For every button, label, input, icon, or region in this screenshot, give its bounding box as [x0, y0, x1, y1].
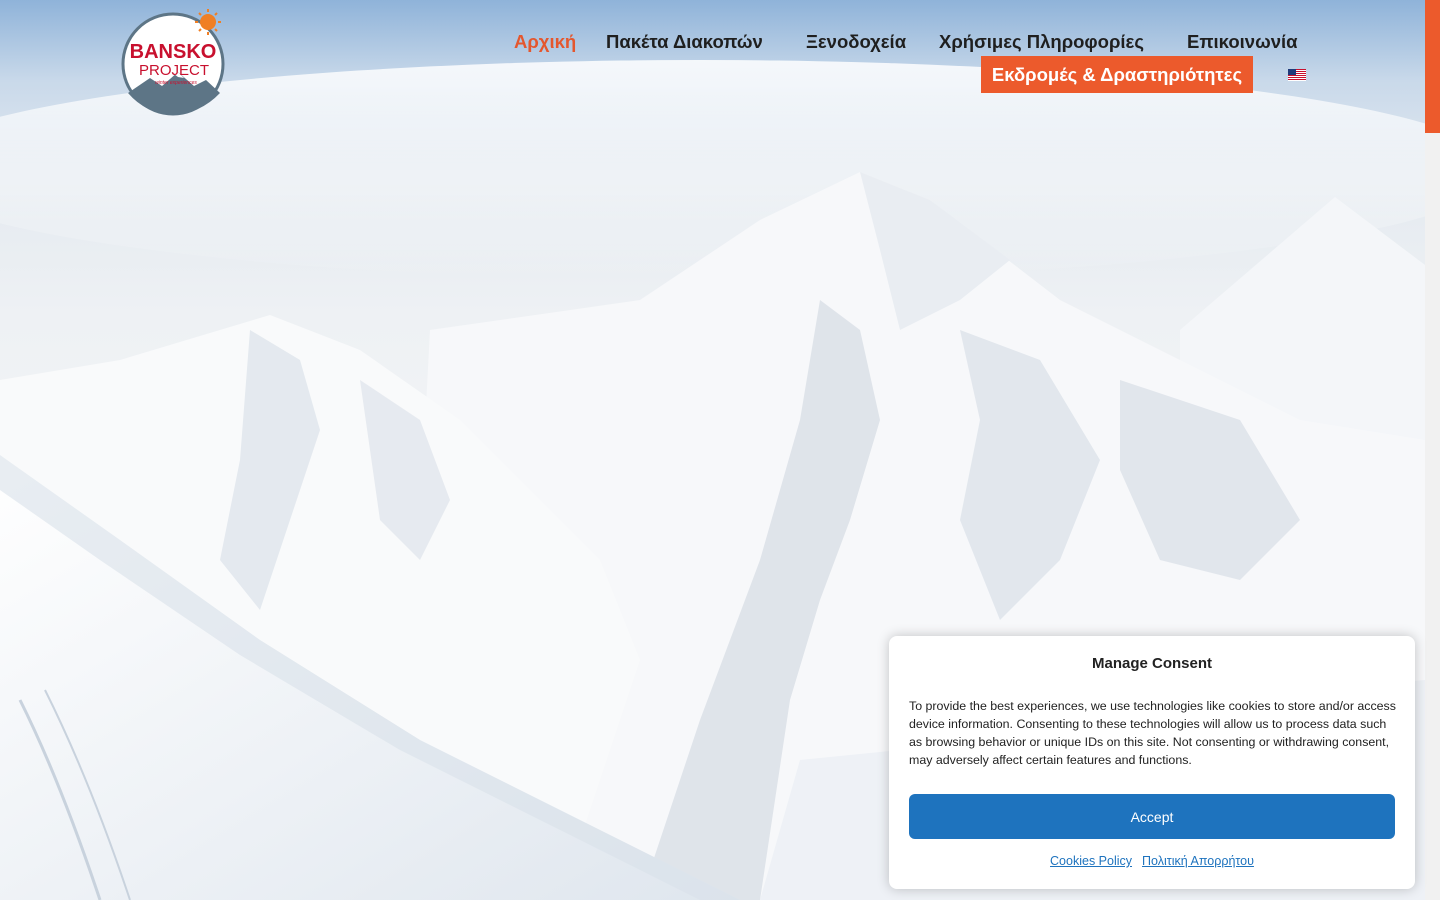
site-logo[interactable]: BANSKO PROJECT winter experiences: [120, 8, 228, 116]
privacy-policy-link[interactable]: Πολιτική Απορρήτου: [1142, 854, 1254, 868]
nav-item-contact[interactable]: Επικοινωνία: [1187, 31, 1298, 53]
logo-tagline: winter experiences: [155, 80, 197, 86]
excursions-activities-button[interactable]: Εκδρομές & Δραστηριότητες: [981, 56, 1253, 93]
nav-item-home[interactable]: Αρχική: [514, 31, 576, 53]
consent-links: Cookies Policy Πολιτική Απορρήτου: [889, 854, 1415, 868]
nav-item-useful-info[interactable]: Χρήσιμες Πληροφορίες: [939, 31, 1144, 53]
us-flag-icon[interactable]: [1288, 69, 1306, 81]
cookies-policy-link[interactable]: Cookies Policy: [1050, 854, 1132, 868]
cookie-consent-dialog: Manage Consent To provide the best exper…: [889, 636, 1415, 889]
logo-title: BANSKO: [130, 41, 217, 63]
nav-item-holiday-packages[interactable]: Πακέτα Διακοπών: [606, 31, 763, 53]
bansko-project-logo-icon: BANSKO PROJECT winter experiences: [121, 9, 225, 116]
page-scrollbar[interactable]: [1425, 0, 1440, 900]
nav-item-hotels[interactable]: Ξενοδοχεία: [806, 31, 906, 53]
consent-title: Manage Consent: [1091, 655, 1212, 672]
consent-description: To provide the best experiences, we use …: [909, 699, 1396, 767]
accept-button[interactable]: Accept: [909, 794, 1395, 839]
logo-subtitle: PROJECT: [139, 62, 209, 79]
scrollbar-thumb[interactable]: [1425, 0, 1440, 133]
